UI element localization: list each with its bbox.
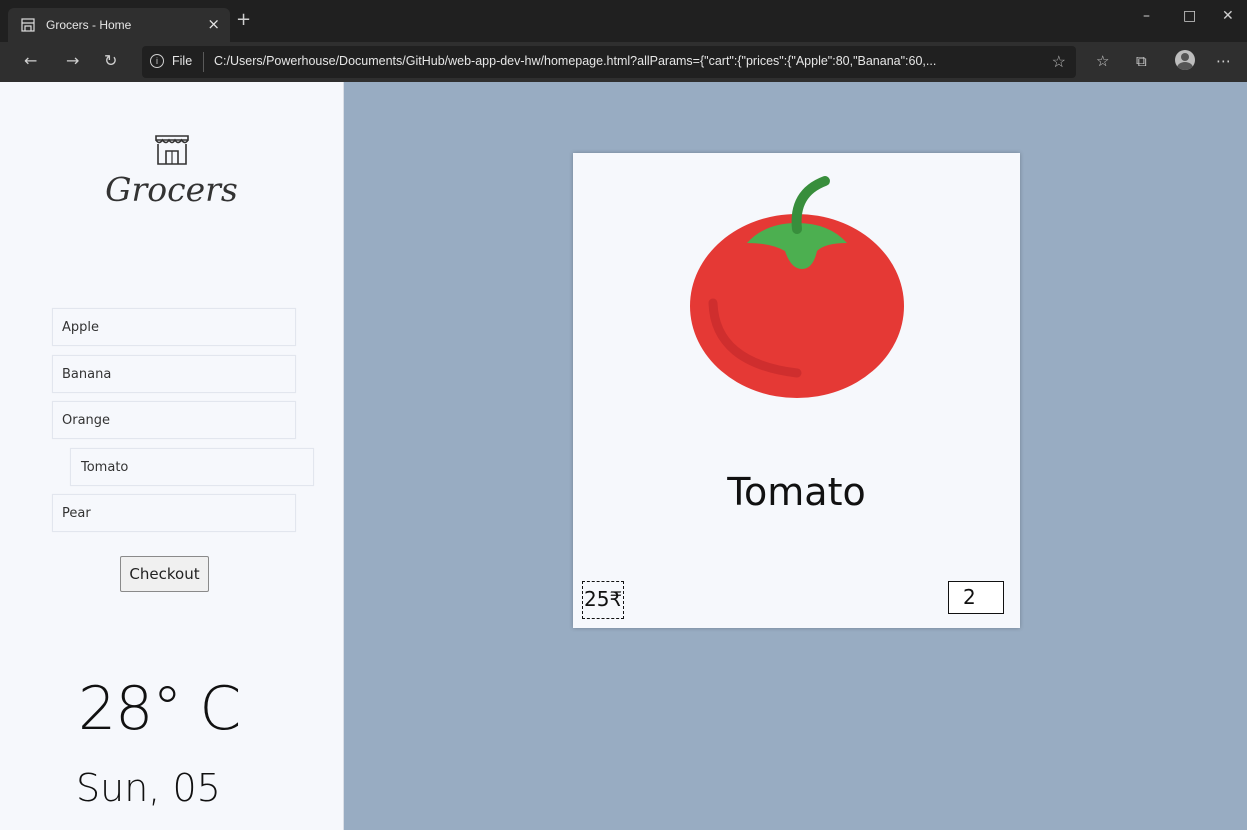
product-card: Tomato 25₹ 2 xyxy=(573,153,1020,628)
close-window-icon[interactable]: ✕ xyxy=(1222,8,1234,24)
collections-icon[interactable]: ⧉ xyxy=(1136,52,1147,70)
favorites-list-icon[interactable]: ☆ xyxy=(1096,52,1109,70)
address-divider xyxy=(203,52,204,72)
favorite-star-icon[interactable]: ☆ xyxy=(1052,52,1066,72)
quantity-input[interactable]: 2 xyxy=(948,581,1004,614)
browser-tab-bar: Grocers - Home × + – □ ✕ xyxy=(0,0,1247,42)
address-bar[interactable]: i File C:/Users/Powerhouse/Documents/Git… xyxy=(142,46,1076,78)
storefront-icon xyxy=(153,134,191,170)
product-item-tomato[interactable]: Tomato xyxy=(70,448,314,486)
sidebar: Grocers Apple Banana Orange Tomato Pear … xyxy=(0,82,344,830)
product-item-banana[interactable]: Banana xyxy=(52,355,296,393)
product-price: 25₹ xyxy=(582,581,625,619)
minimize-icon[interactable]: – xyxy=(1143,8,1150,24)
date-readout: Sun, 05 xyxy=(76,766,221,810)
close-tab-icon[interactable]: × xyxy=(207,15,220,33)
info-icon[interactable]: i xyxy=(150,54,164,68)
product-item-pear[interactable]: Pear xyxy=(52,494,296,532)
tab-title: Grocers - Home xyxy=(46,18,132,32)
back-icon[interactable]: ← xyxy=(24,51,37,70)
browser-tab[interactable]: Grocers - Home × xyxy=(8,8,230,42)
more-options-icon[interactable]: ⋯ xyxy=(1216,52,1231,70)
profile-avatar-icon[interactable] xyxy=(1175,50,1195,70)
forward-icon[interactable]: → xyxy=(66,51,79,70)
refresh-icon[interactable]: ↻ xyxy=(104,51,117,70)
temperature-readout: 28° C xyxy=(78,674,241,744)
product-item-apple[interactable]: Apple xyxy=(52,308,296,346)
product-name: Tomato xyxy=(727,470,866,514)
logo-text: Grocers xyxy=(105,170,238,209)
product-item-orange[interactable]: Orange xyxy=(52,401,296,439)
file-label: File xyxy=(172,54,193,68)
tomato-icon xyxy=(690,176,904,398)
browser-toolbar: ← → ↻ i File C:/Users/Powerhouse/Documen… xyxy=(0,42,1247,82)
maximize-icon[interactable]: □ xyxy=(1183,8,1196,24)
storefront-icon xyxy=(20,17,36,36)
checkout-button[interactable]: Checkout xyxy=(120,556,209,592)
url-text[interactable]: C:/Users/Powerhouse/Documents/GitHub/web… xyxy=(214,54,1044,68)
new-tab-icon[interactable]: + xyxy=(236,11,251,29)
